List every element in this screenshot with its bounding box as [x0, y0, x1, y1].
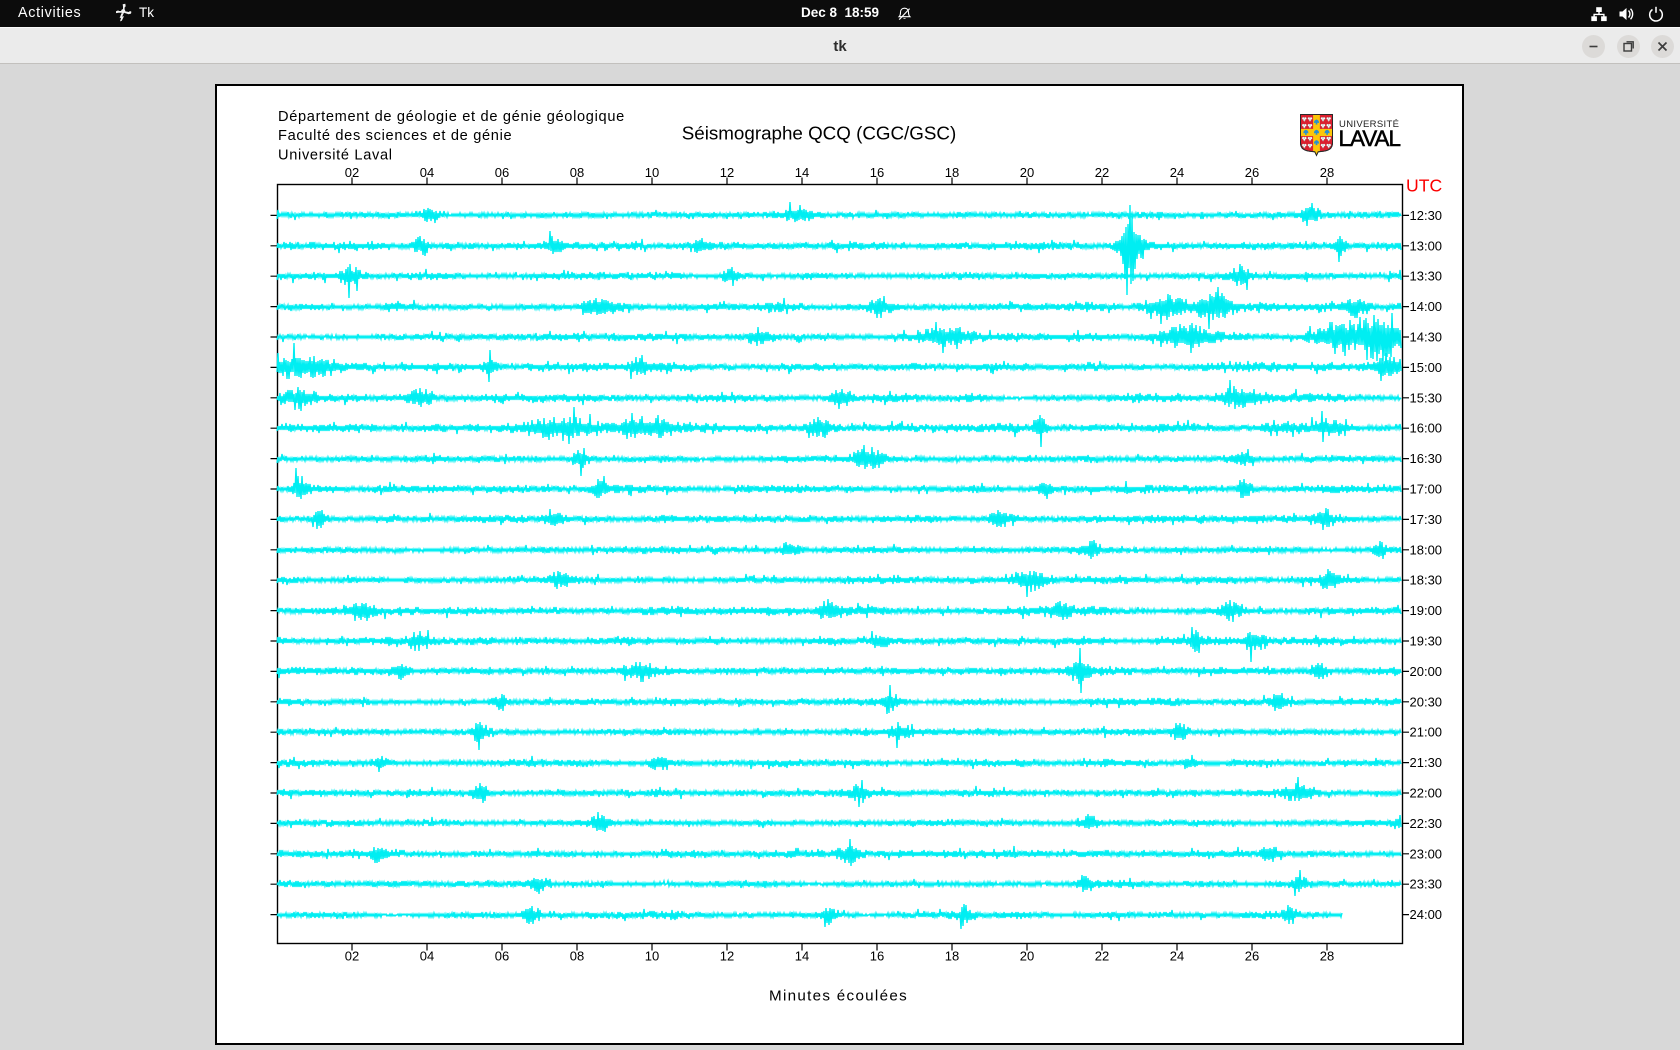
svg-text:23:00: 23:00 [1410, 846, 1443, 861]
svg-text:20: 20 [1020, 949, 1034, 964]
svg-text:17:00: 17:00 [1410, 482, 1443, 497]
svg-text:14:30: 14:30 [1410, 330, 1443, 345]
svg-text:24: 24 [1170, 165, 1184, 180]
svg-text:18: 18 [945, 949, 959, 964]
svg-text:04: 04 [420, 949, 434, 964]
svg-text:14:00: 14:00 [1410, 299, 1443, 314]
svg-text:16: 16 [870, 165, 884, 180]
svg-text:04: 04 [420, 165, 434, 180]
svg-text:UTC: UTC [1406, 176, 1442, 196]
svg-text:06: 06 [495, 949, 509, 964]
svg-text:10: 10 [645, 949, 659, 964]
svg-text:22:00: 22:00 [1410, 786, 1443, 801]
svg-text:22: 22 [1095, 949, 1109, 964]
svg-text:24: 24 [1170, 949, 1184, 964]
svg-text:08: 08 [570, 165, 584, 180]
svg-text:13:00: 13:00 [1410, 238, 1443, 253]
svg-text:Faculté des sciences et de gén: Faculté des sciences et de génie [278, 128, 512, 144]
svg-text:13:30: 13:30 [1410, 269, 1443, 284]
svg-text:14: 14 [795, 165, 809, 180]
svg-text:Université Laval: Université Laval [278, 147, 393, 163]
svg-text:15:00: 15:00 [1410, 360, 1443, 375]
svg-text:LAVAL: LAVAL [1339, 126, 1402, 151]
svg-text:06: 06 [495, 165, 509, 180]
svg-text:15:30: 15:30 [1410, 390, 1443, 405]
svg-text:02: 02 [345, 165, 359, 180]
svg-text:17:30: 17:30 [1410, 512, 1443, 527]
svg-text:28: 28 [1320, 949, 1334, 964]
svg-text:18:00: 18:00 [1410, 542, 1443, 557]
svg-text:26: 26 [1245, 949, 1259, 964]
svg-text:18: 18 [945, 165, 959, 180]
svg-text:18:30: 18:30 [1410, 573, 1443, 588]
svg-text:12: 12 [720, 165, 734, 180]
svg-text:21:30: 21:30 [1410, 755, 1443, 770]
svg-text:20:00: 20:00 [1410, 664, 1443, 679]
svg-text:10: 10 [645, 165, 659, 180]
svg-text:12: 12 [720, 949, 734, 964]
svg-text:Département de géologie et de: Département de géologie et de génie géol… [278, 109, 625, 125]
svg-text:26: 26 [1245, 165, 1259, 180]
svg-text:19:30: 19:30 [1410, 634, 1443, 649]
svg-text:24:00: 24:00 [1410, 907, 1443, 922]
svg-text:22: 22 [1095, 165, 1109, 180]
svg-text:22:30: 22:30 [1410, 816, 1443, 831]
svg-text:08: 08 [570, 949, 584, 964]
svg-text:21:00: 21:00 [1410, 725, 1443, 740]
svg-text:Séismographe QCQ (CGC/GSC): Séismographe QCQ (CGC/GSC) [682, 123, 956, 144]
svg-text:20:30: 20:30 [1410, 694, 1443, 709]
svg-text:16: 16 [870, 949, 884, 964]
svg-text:16:30: 16:30 [1410, 451, 1443, 466]
svg-text:23:30: 23:30 [1410, 877, 1443, 892]
svg-text:14: 14 [795, 949, 809, 964]
svg-text:16:00: 16:00 [1410, 421, 1443, 436]
svg-text:02: 02 [345, 949, 359, 964]
svg-text:Minutes écoulées: Minutes écoulées [769, 988, 908, 1005]
svg-text:28: 28 [1320, 165, 1334, 180]
svg-text:12:30: 12:30 [1410, 208, 1443, 223]
svg-text:20: 20 [1020, 165, 1034, 180]
svg-text:19:00: 19:00 [1410, 603, 1443, 618]
